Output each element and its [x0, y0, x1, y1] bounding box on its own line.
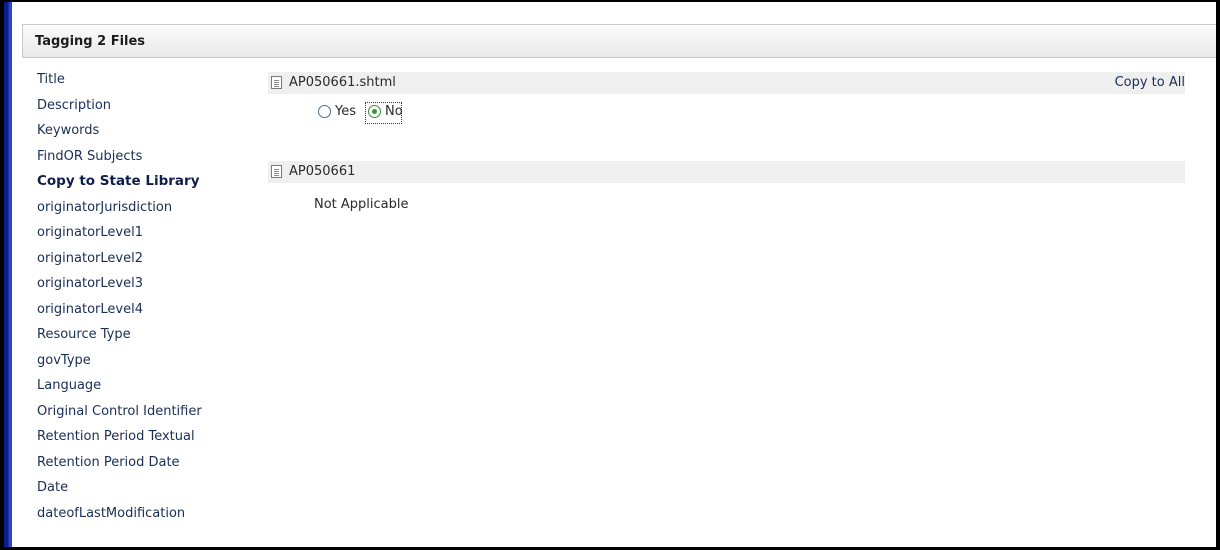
field-item-originator-level3[interactable]: originatorLevel3 — [37, 275, 202, 301]
field-item-date-of-last-modification[interactable]: dateofLastModification — [37, 505, 202, 531]
file-name: AP050661 — [289, 164, 356, 179]
field-item-originator-level4[interactable]: originatorLevel4 — [37, 301, 202, 327]
left-accent-bar — [4, 2, 12, 547]
field-list: Title Description Keywords FindOR Subjec… — [37, 71, 202, 530]
yes-radio-label[interactable]: Yes — [335, 104, 356, 119]
field-item-language[interactable]: Language — [37, 377, 202, 403]
field-item-copy-to-state-library[interactable]: Copy to State Library — [37, 173, 202, 199]
field-item-originator-jurisdiction[interactable]: originatorJurisdiction — [37, 199, 202, 225]
not-applicable-text: Not Applicable — [314, 197, 409, 212]
header-title: Tagging 2 Files — [35, 34, 146, 49]
file-name: AP050661.shtml — [289, 75, 396, 90]
document-icon — [271, 76, 282, 89]
yes-radio-icon[interactable] — [318, 105, 331, 118]
no-radio-label[interactable]: No — [385, 104, 403, 119]
field-item-gov-type[interactable]: govType — [37, 352, 202, 378]
field-item-title[interactable]: Title — [37, 71, 202, 97]
field-item-retention-period-date[interactable]: Retention Period Date — [37, 454, 202, 480]
field-item-originator-level1[interactable]: originatorLevel1 — [37, 224, 202, 250]
field-item-original-control-identifier[interactable]: Original Control Identifier — [37, 403, 202, 429]
field-item-resource-type[interactable]: Resource Type — [37, 326, 202, 352]
field-item-findor-subjects[interactable]: FindOR Subjects — [37, 148, 202, 174]
file-row-plain: AP050661 — [268, 161, 1185, 183]
field-item-originator-level2[interactable]: originatorLevel2 — [37, 250, 202, 276]
field-item-retention-period-textual[interactable]: Retention Period Textual — [37, 428, 202, 454]
field-item-keywords[interactable]: Keywords — [37, 122, 202, 148]
copy-to-all-link[interactable]: Copy to All — [1115, 75, 1185, 90]
tagging-header: Tagging 2 Files — [22, 24, 1216, 58]
field-item-description[interactable]: Description — [37, 97, 202, 123]
file-row-shtml: AP050661.shtml Copy to All — [268, 72, 1185, 94]
field-item-date[interactable]: Date — [37, 479, 202, 505]
no-radio-icon[interactable] — [368, 105, 381, 118]
document-icon — [271, 165, 282, 178]
